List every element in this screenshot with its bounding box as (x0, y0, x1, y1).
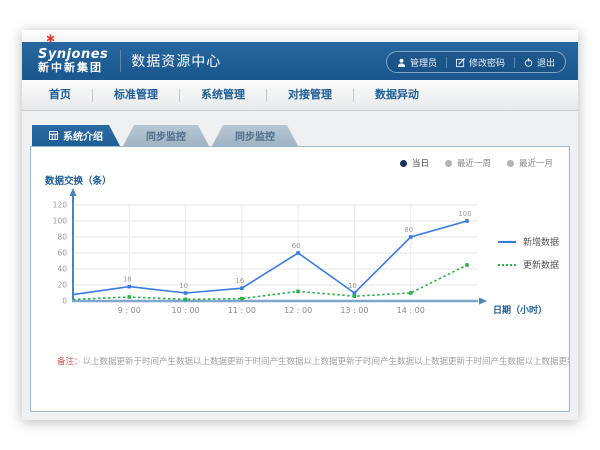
legend-label: 新增数据 (523, 235, 559, 248)
solid-line-swatch-icon (498, 241, 516, 243)
brand-logo: Synjones 新中新集团 (22, 48, 108, 73)
svg-text:12 : 00: 12 : 00 (284, 306, 312, 315)
time-range-filter: 当日 最近一周 最近一月 (400, 157, 553, 169)
legend-item-update-data[interactable]: 更新数据 (498, 258, 559, 271)
time-range-label: 最近一月 (519, 157, 553, 169)
app-header: Synjones 新中新集团 数据资源中心 管理员 (22, 42, 578, 80)
tab-sync-monitor-2[interactable]: 同步监控 (212, 125, 298, 146)
legend-label: 更新数据 (523, 258, 559, 271)
time-range-label: 当日 (412, 157, 429, 169)
power-icon (524, 58, 533, 67)
user-controls: 管理员 修改密码 退出 (386, 51, 566, 73)
footnote-prefix: 备注： (57, 357, 83, 367)
dotted-line-swatch-icon (498, 264, 516, 266)
pill-divider (446, 57, 447, 68)
tab-label: 同步监控 (235, 128, 275, 143)
tab-sync-monitor-1[interactable]: 同步监控 (123, 125, 209, 146)
svg-text:80: 80 (404, 226, 413, 234)
app-title: 数据资源中心 (131, 51, 221, 71)
brand-logo-cn: 新中新集团 (38, 62, 108, 74)
time-range-label: 最近一周 (457, 157, 491, 169)
chart-panel: 当日 最近一周 最近一月 0 20 40 60 80 100 120 9 : 00 10 : 0… (30, 146, 570, 412)
svg-text:数据交换（条）: 数据交换（条） (44, 175, 112, 187)
logo-asterisk-icon (46, 34, 55, 43)
page: Synjones 新中新集团 数据资源中心 管理员 (0, 0, 600, 450)
svg-text:60: 60 (292, 242, 301, 250)
tab-system-intro[interactable]: 系统介绍 (32, 125, 120, 146)
nav-item-data-change[interactable]: 数据异动 (354, 80, 440, 110)
nav-item-system-mgmt[interactable]: 系统管理 (180, 80, 266, 110)
nav-item-docking-mgmt[interactable]: 对接管理 (267, 80, 353, 110)
time-range-option[interactable]: 当日 (400, 157, 429, 169)
app-window: Synjones 新中新集团 数据资源中心 管理员 (22, 30, 578, 420)
header-divider (120, 50, 121, 72)
svg-text:100: 100 (53, 217, 68, 226)
radio-dot-icon (507, 160, 514, 167)
grid-icon (49, 131, 58, 140)
svg-text:13 : 00: 13 : 00 (340, 306, 368, 315)
radio-dot-icon (400, 160, 407, 167)
svg-text:10 : 00: 10 : 00 (172, 306, 200, 315)
svg-text:9 : 00: 9 : 00 (118, 306, 141, 315)
edit-icon (456, 58, 465, 67)
svg-text:16: 16 (235, 277, 244, 285)
window-top-strip (22, 30, 578, 42)
current-user-label: 管理员 (410, 56, 437, 69)
radio-dot-icon (445, 160, 452, 167)
current-user[interactable]: 管理员 (397, 56, 437, 69)
svg-text:14 : 00: 14 : 00 (397, 306, 425, 315)
svg-text:80: 80 (57, 233, 67, 242)
tab-label: 同步监控 (146, 128, 186, 143)
change-password-button[interactable]: 修改密码 (456, 56, 505, 69)
user-icon (397, 58, 406, 67)
nav-item-standard-mgmt[interactable]: 标准管理 (93, 80, 179, 110)
legend-item-new-data[interactable]: 新增数据 (498, 235, 559, 248)
logout-label: 退出 (537, 56, 555, 69)
change-password-label: 修改密码 (469, 56, 505, 69)
svg-text:60: 60 (57, 249, 67, 258)
exchange-chart: 0 20 40 60 80 100 120 9 : 00 10 : 00 11 : 00 12 : … (35, 171, 565, 323)
svg-text:10: 10 (179, 282, 188, 290)
footnote: 备注：以上数据更新于时间产生数据以上数据更新于时间产生数据以上数据更新于时间产生… (31, 355, 569, 367)
svg-text:18: 18 (123, 276, 132, 284)
svg-text:20: 20 (57, 281, 67, 290)
brand-logo-en: Synjones (38, 48, 108, 62)
logout-button[interactable]: 退出 (524, 56, 555, 69)
svg-text:10: 10 (348, 282, 357, 290)
main-nav: 首页 标准管理 系统管理 对接管理 数据异动 (22, 80, 578, 111)
footnote-text: 以上数据更新于时间产生数据以上数据更新于时间产生数据以上数据更新于时间产生数据以… (83, 357, 569, 367)
chart-legend: 新增数据 更新数据 (498, 235, 559, 271)
svg-text:0: 0 (62, 297, 67, 306)
svg-text:100: 100 (458, 210, 471, 218)
pill-divider (514, 57, 515, 68)
svg-text:日期（小时）: 日期（小时） (493, 304, 547, 316)
tab-label: 系统介绍 (63, 128, 103, 143)
svg-text:120: 120 (53, 201, 68, 210)
svg-text:11 : 00: 11 : 00 (228, 306, 256, 315)
content-area: 系统介绍 同步监控 同步监控 当日 最近一周 (22, 111, 578, 420)
time-range-option[interactable]: 最近一月 (507, 157, 553, 169)
tab-bar: 系统介绍 同步监控 同步监控 (32, 125, 570, 146)
nav-item-home[interactable]: 首页 (28, 80, 92, 110)
time-range-option[interactable]: 最近一周 (445, 157, 491, 169)
svg-text:40: 40 (57, 265, 67, 274)
